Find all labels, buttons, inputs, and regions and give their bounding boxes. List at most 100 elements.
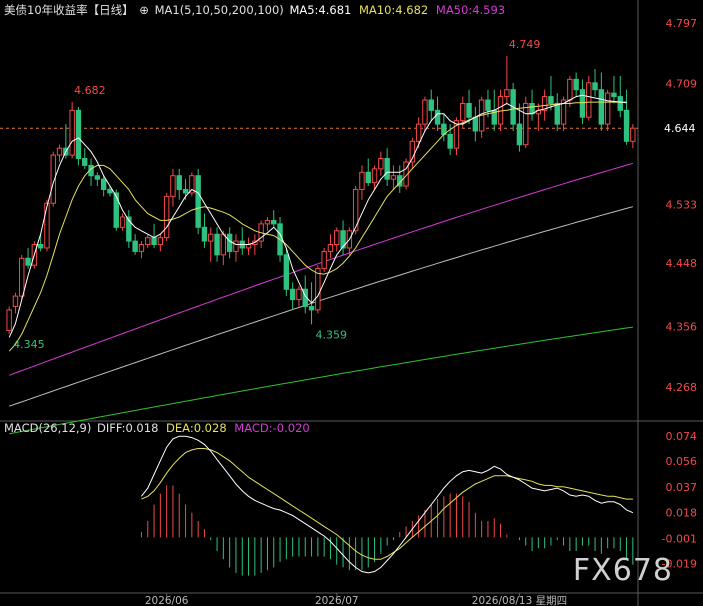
- candle-body: [157, 237, 164, 246]
- candle-body: [378, 158, 384, 170]
- candle-body: [296, 288, 302, 301]
- price-y-tick-label: 4.533: [666, 199, 698, 212]
- macd-diff-line: [141, 435, 634, 574]
- candle-body: [529, 102, 535, 115]
- candle-body: [145, 237, 151, 246]
- candle-body: [365, 171, 371, 184]
- candle-body: [447, 133, 453, 149]
- candle-body: [245, 244, 252, 249]
- candle-body: [19, 257, 25, 297]
- candle-body: [12, 295, 19, 307]
- ma-label: MA1(5,10,50,200,100): [154, 3, 284, 17]
- candle-body: [226, 233, 233, 252]
- price-y-tick-label: 4.709: [666, 78, 698, 91]
- candle-body: [460, 102, 466, 122]
- current-price-label: 4.644: [664, 122, 696, 135]
- candle-body: [107, 188, 113, 194]
- ma5-value: MA5:4.681: [289, 3, 352, 17]
- macd-y-tick-label: 0.037: [666, 481, 698, 494]
- candle-body: [289, 288, 296, 301]
- ma50-value: MA50:4.593: [435, 3, 506, 17]
- chart-title: 美债10年收益率【日线】: [4, 3, 134, 17]
- candle-body: [214, 233, 220, 256]
- candle-body: [233, 240, 239, 252]
- candle-body: [201, 226, 208, 242]
- candle-body: [604, 92, 611, 125]
- candle-body: [69, 109, 75, 156]
- macd-label: MACD(26,12,9): [4, 421, 92, 435]
- price-y-tick-label: 4.797: [666, 17, 698, 30]
- x-tick-label: 2026/07: [315, 595, 359, 606]
- candle-body: [82, 158, 88, 166]
- candle-body: [504, 89, 510, 98]
- candle-body: [586, 82, 592, 118]
- candle-body: [434, 109, 441, 125]
- candle-body: [182, 188, 189, 194]
- candle-body: [321, 250, 327, 270]
- watermark: FX678: [572, 553, 673, 588]
- price-y-tick-label: 4.356: [666, 320, 698, 333]
- candle-body: [592, 82, 598, 91]
- ma50-line: [9, 162, 634, 376]
- candle-body: [579, 89, 586, 118]
- candle-body: [598, 89, 605, 125]
- candle-body: [617, 96, 623, 111]
- candle-body: [485, 99, 491, 111]
- candle-body: [548, 96, 554, 104]
- candle-body: [264, 219, 271, 225]
- candle-body: [630, 127, 636, 142]
- candle-body: [623, 109, 630, 142]
- candle-body: [176, 175, 182, 190]
- ma10-line: [8, 101, 627, 352]
- candle-body: [25, 257, 31, 266]
- candle-body: [422, 99, 428, 125]
- candle-body: [119, 216, 126, 228]
- ma100-line: [9, 206, 634, 407]
- candle-body: [271, 219, 277, 225]
- candle-body: [334, 230, 340, 246]
- extreme-high-label: 4.749: [509, 38, 540, 51]
- candle-body: [170, 175, 176, 197]
- candle-body: [100, 178, 107, 190]
- candle-body: [611, 92, 617, 98]
- candle-body: [308, 305, 315, 311]
- candle-body: [315, 268, 321, 311]
- candle-body: [113, 192, 119, 228]
- price-y-tick-label: 4.268: [666, 381, 698, 394]
- candle-body: [371, 168, 378, 184]
- candle-body: [94, 175, 101, 180]
- candle-body: [37, 244, 44, 249]
- candle-body: [554, 102, 560, 125]
- candle-body: [327, 244, 334, 252]
- macd-y-tick-label: -0.001: [662, 533, 697, 546]
- candle-body: [195, 175, 201, 228]
- candle-body: [359, 171, 365, 190]
- candle-body: [466, 102, 472, 118]
- candle-body: [6, 309, 12, 332]
- candle-body: [138, 244, 145, 252]
- macd-dea-value: DEA:0.028: [166, 421, 227, 435]
- chart-header: 美债10年收益率【日线】 ⊕ MA1(5,10,50,200,100) MA5:…: [4, 2, 505, 18]
- candle-body: [208, 233, 214, 242]
- ma200-line: [9, 326, 633, 435]
- candle-body: [428, 99, 434, 111]
- candle-body: [390, 175, 397, 180]
- target-circle-icon[interactable]: ⊕: [139, 3, 149, 17]
- candle-body: [573, 78, 579, 91]
- macd-diff-value: DIFF:0.018: [97, 421, 159, 435]
- candle-body: [283, 254, 290, 290]
- extreme-low-label: 4.359: [316, 328, 348, 341]
- price-y-tick-label: 4.448: [666, 257, 698, 270]
- extreme-low-label: 4.345: [13, 338, 45, 351]
- extreme-high-label: 4.682: [74, 84, 106, 97]
- candle-body: [44, 202, 50, 249]
- macd-y-tick-label: 0.018: [666, 507, 698, 520]
- x-tick-label: 2026/06: [145, 595, 189, 606]
- candle-body: [516, 123, 523, 146]
- ma10-value: MA10:4.682: [359, 3, 429, 17]
- candle-body: [567, 78, 573, 101]
- candle-body: [151, 237, 157, 246]
- candle-body: [75, 109, 82, 160]
- candle-body: [472, 116, 479, 132]
- candle-body: [220, 233, 227, 256]
